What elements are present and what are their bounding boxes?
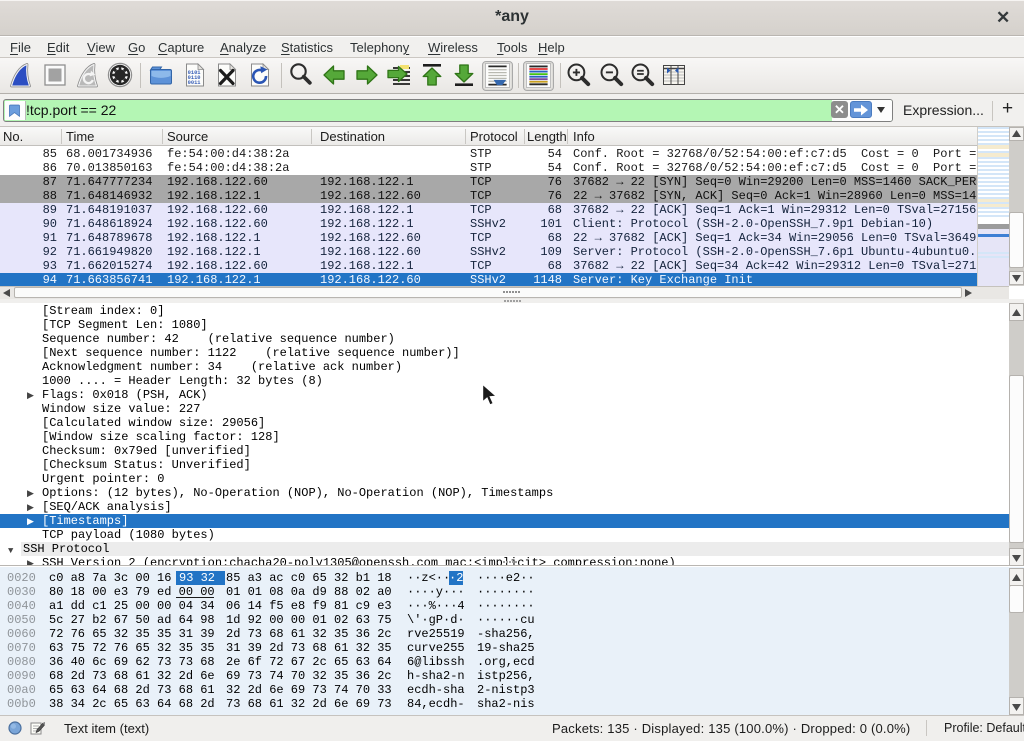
svg-text:0011: 0011 <box>188 80 201 86</box>
